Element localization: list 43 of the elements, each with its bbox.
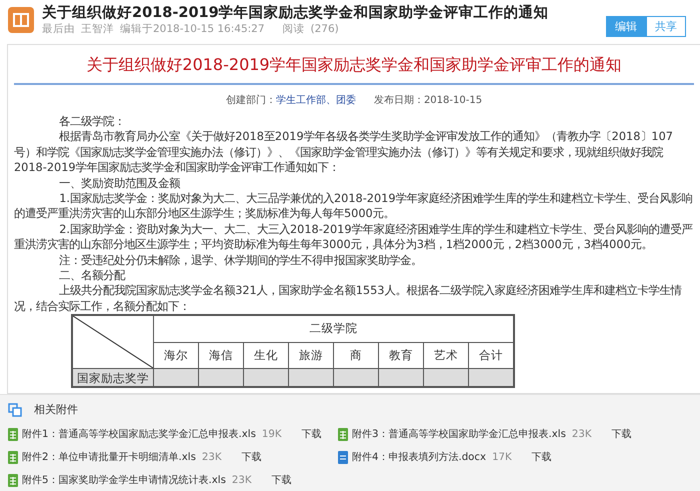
paragraph: 上级共分配我院国家励志奖学金名额321人，国家助学金名额1553人。根据各二级学院入家庭经济困难学生库和建档立卡学生情况，结合实际工作，名额分配如下： xyxy=(14,283,682,314)
download-link[interactable]: 下载 xyxy=(272,472,292,488)
attachment-name: 附件4：申报表填列方法.docx xyxy=(352,450,486,465)
reads-label: 阅读 xyxy=(282,22,305,37)
reads-count: (276) xyxy=(310,22,339,37)
publish-date: 2018-10-15 xyxy=(424,95,482,106)
row-header: 国家励志奖学 xyxy=(72,368,154,387)
paragraph: 二、名额分配 xyxy=(58,268,126,284)
paragraph: 1.国家励志奖学金：奖励对象为大二、大三品学兼优的入2018-2019学年家庭经济困难学生库的学生和建档立卡学生、受台风影响的遭受严重洪涝灾害的山东部分地区生源学生；奖励标准为每人每年5000元。 xyxy=(14,191,694,222)
file-size: 23K xyxy=(202,450,222,465)
download-link[interactable]: 下载 xyxy=(612,426,632,442)
paragraph: 一、奖励资助范围及金额 xyxy=(58,176,182,192)
page-title: 关于组织做好2018-2019学年国家励志奖学金和国家助学金评审工作的通知 xyxy=(42,4,550,22)
spreadsheet-icon xyxy=(8,474,18,487)
file-size: 19K xyxy=(262,428,282,442)
paragraph: 2.国家助学金：资助对象为大一、大二、大三入2018-2019学年家庭经济困难学生库的学生和建档立卡学生、受台风影响的遭受严重洪涝灾害的山东部分地区生源学生；平均资助标准为每生每年3000元，具体分为3档，1档2000元，2档3000元，3档4000元。 xyxy=(14,222,694,253)
download-link[interactable]: 下载 xyxy=(532,450,552,466)
file-size: 23K xyxy=(232,474,252,488)
document-title: 关于组织做好2018-2019学年国家励志奖学金和国家助学金评审工作的通知 xyxy=(14,45,694,85)
author-name: 王智洋 xyxy=(81,22,114,37)
document-icon xyxy=(338,451,348,464)
download-link[interactable]: 下载 xyxy=(302,426,322,442)
spreadsheet-icon xyxy=(8,428,18,441)
attachment-name: 附件2：单位申请批量开卡明细清单.xls xyxy=(22,450,196,465)
spreadsheet-icon xyxy=(8,451,18,464)
paragraph: 根据青岛市教育局办公室《关于做好2018至2019学年各级各类学生奖助学金评审发放工作的通知》（青教办字〔2018〕107号）和学院《国家励志奖学金管理实施办法（修订）》、《国家助学金管理实施办法（修订）》等有关规定和要求，现就组织做好我院2018-2019学年国家励志奖学金和国家助学金评审工作通知如下： xyxy=(14,129,674,176)
meta-text: 最后由 xyxy=(42,22,75,37)
paragraph: 各二级学院： xyxy=(58,114,126,130)
spreadsheet-icon xyxy=(338,428,348,441)
book-icon xyxy=(8,7,34,33)
attachment-name: 附件5：国家奖助学金学生申请情况统计表.xls xyxy=(22,474,226,488)
attachment-name: 附件3：普通高等学校国家助学金汇总申报表.xls xyxy=(352,428,566,442)
file-size: 17K xyxy=(492,450,512,465)
date-label: 发布日期： xyxy=(374,95,424,106)
department-label: 创建部门： xyxy=(226,95,276,106)
file-size: 23K xyxy=(572,428,592,442)
attachment-name: 附件1：普通高等学校国家励志奖学金汇总申报表.xls xyxy=(22,428,256,442)
download-link[interactable]: 下载 xyxy=(242,450,262,466)
paragraph: 注：受违纪处分仍未解除，退学、休学期间的学生不得申报国家奖助学金。 xyxy=(58,252,424,268)
copy-icon xyxy=(8,403,22,417)
attachments-title: 相关附件 xyxy=(34,402,78,418)
department-link[interactable]: 学生工作部、团委 xyxy=(276,95,356,106)
edit-time: 编辑于2018-10-15 16:45:27 xyxy=(120,22,265,37)
